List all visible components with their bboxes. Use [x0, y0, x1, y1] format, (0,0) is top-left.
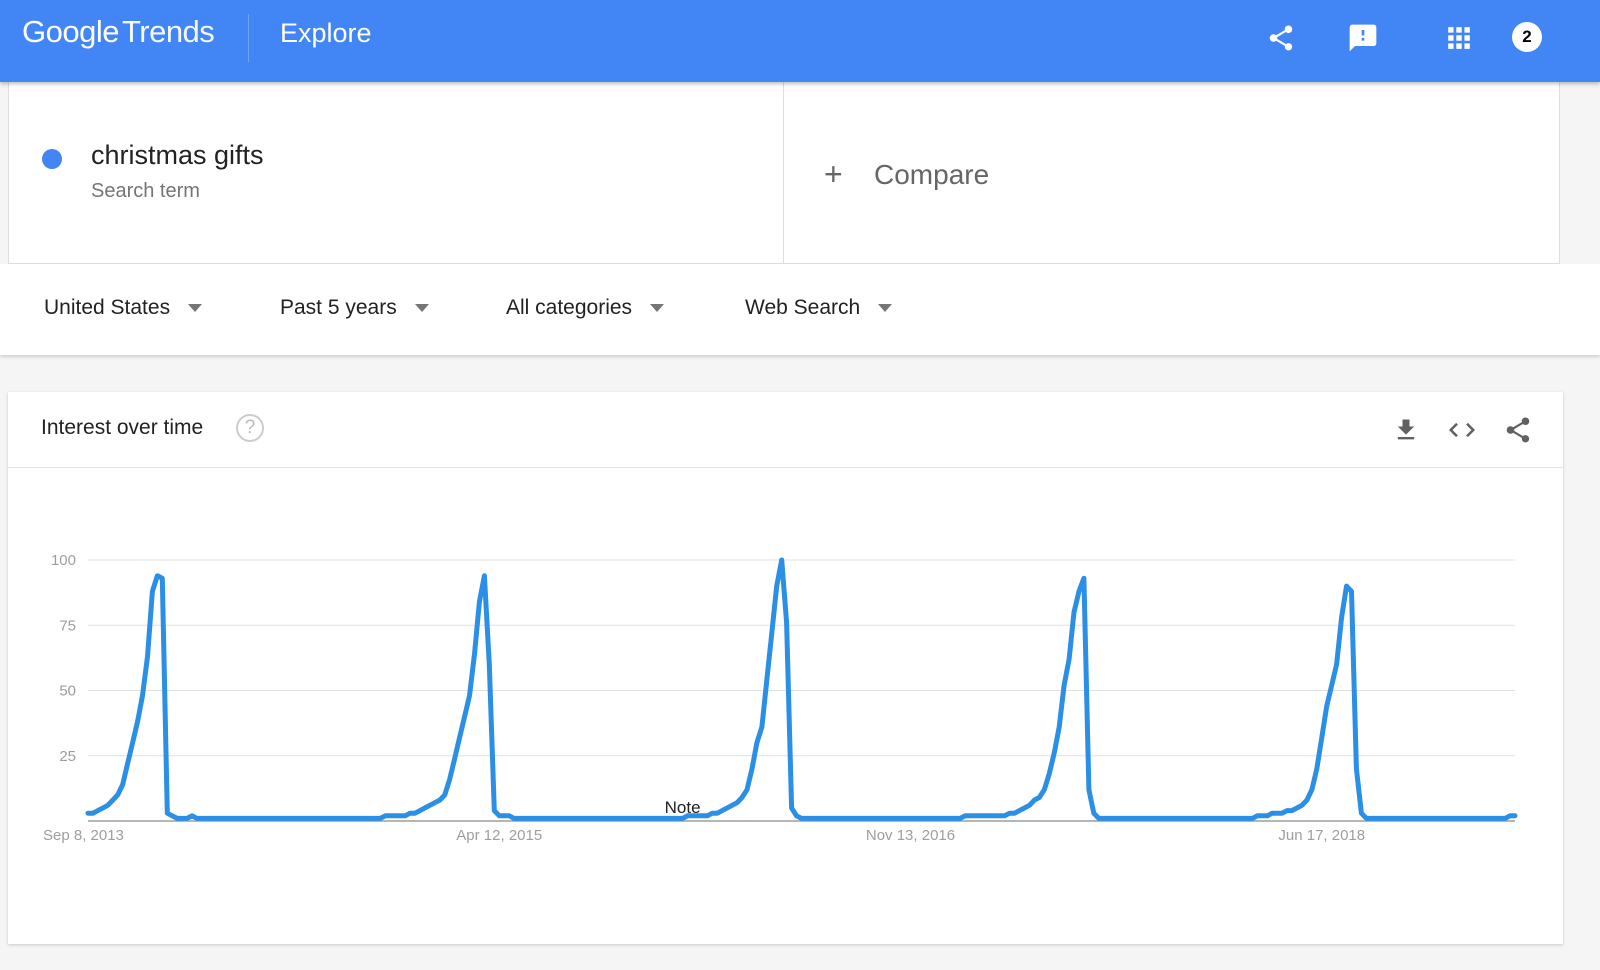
compare-button[interactable]: + Compare — [824, 156, 989, 193]
apps-button[interactable] — [1441, 18, 1477, 58]
y-tick-label: 50 — [59, 683, 76, 700]
y-tick-label: 25 — [59, 748, 76, 765]
dropdown-arrow-icon — [188, 304, 203, 312]
region-dropdown[interactable]: United States — [44, 296, 203, 320]
search-terms-panel: christmas gifts Search term + Compare — [8, 82, 1560, 264]
x-tick-label: Sep 8, 2013 — [43, 827, 124, 844]
category-value: All categories — [506, 296, 633, 319]
y-tick-label: 75 — [59, 617, 76, 634]
time-range-dropdown[interactable]: Past 5 years — [280, 296, 429, 320]
region-value: United States — [44, 296, 171, 319]
search-term-card[interactable]: christmas gifts Search term — [9, 82, 784, 263]
note-annotation[interactable]: Note — [665, 798, 701, 817]
top-app-bar: Google Trends Explore 2 — [0, 0, 1600, 82]
page-title: Explore — [280, 18, 372, 48]
share-button[interactable] — [1263, 18, 1299, 58]
feedback-button[interactable] — [1345, 18, 1381, 58]
interest-over-time-card: Interest over time ? 25 50 75 100 Sep 8, 20… — [8, 392, 1563, 944]
google-trends-logo[interactable]: Google Trends — [22, 14, 215, 50]
compare-label: Compare — [874, 158, 990, 190]
term-type: Search term — [91, 180, 200, 202]
logo-trends-text: Trends — [121, 14, 215, 49]
feedback-icon — [1349, 24, 1377, 52]
plus-icon: + — [824, 156, 843, 192]
filter-bar: United States Past 5 years All categorie… — [0, 264, 1600, 355]
dropdown-arrow-icon — [414, 304, 429, 312]
x-tick-label: Jun 17, 2018 — [1278, 827, 1365, 844]
series-line-christmas-gifts[interactable] — [85, 557, 1518, 821]
interest-line-chart[interactable]: 25 50 75 100 Sep 8, 2013 Apr 12, 2015 Nov 13,… — [8, 392, 1563, 944]
logo-google-text: Google — [22, 14, 119, 49]
term-color-dot — [42, 149, 62, 169]
apps-grid-icon — [1448, 27, 1470, 49]
x-tick-label: Apr 12, 2015 — [456, 827, 542, 844]
search-type-value: Web Search — [745, 296, 861, 319]
time-range-value: Past 5 years — [280, 296, 397, 319]
y-tick-label: 100 — [51, 552, 76, 569]
dropdown-arrow-icon — [878, 304, 893, 312]
x-tick-label: Nov 13, 2016 — [866, 827, 955, 844]
header-divider — [248, 14, 249, 62]
dropdown-arrow-icon — [650, 304, 665, 312]
term-name[interactable]: christmas gifts — [91, 140, 264, 171]
category-dropdown[interactable]: All categories — [506, 296, 665, 320]
search-type-dropdown[interactable]: Web Search — [745, 296, 893, 320]
account-avatar[interactable]: 2 — [1512, 22, 1542, 52]
share-icon — [1269, 25, 1293, 51]
